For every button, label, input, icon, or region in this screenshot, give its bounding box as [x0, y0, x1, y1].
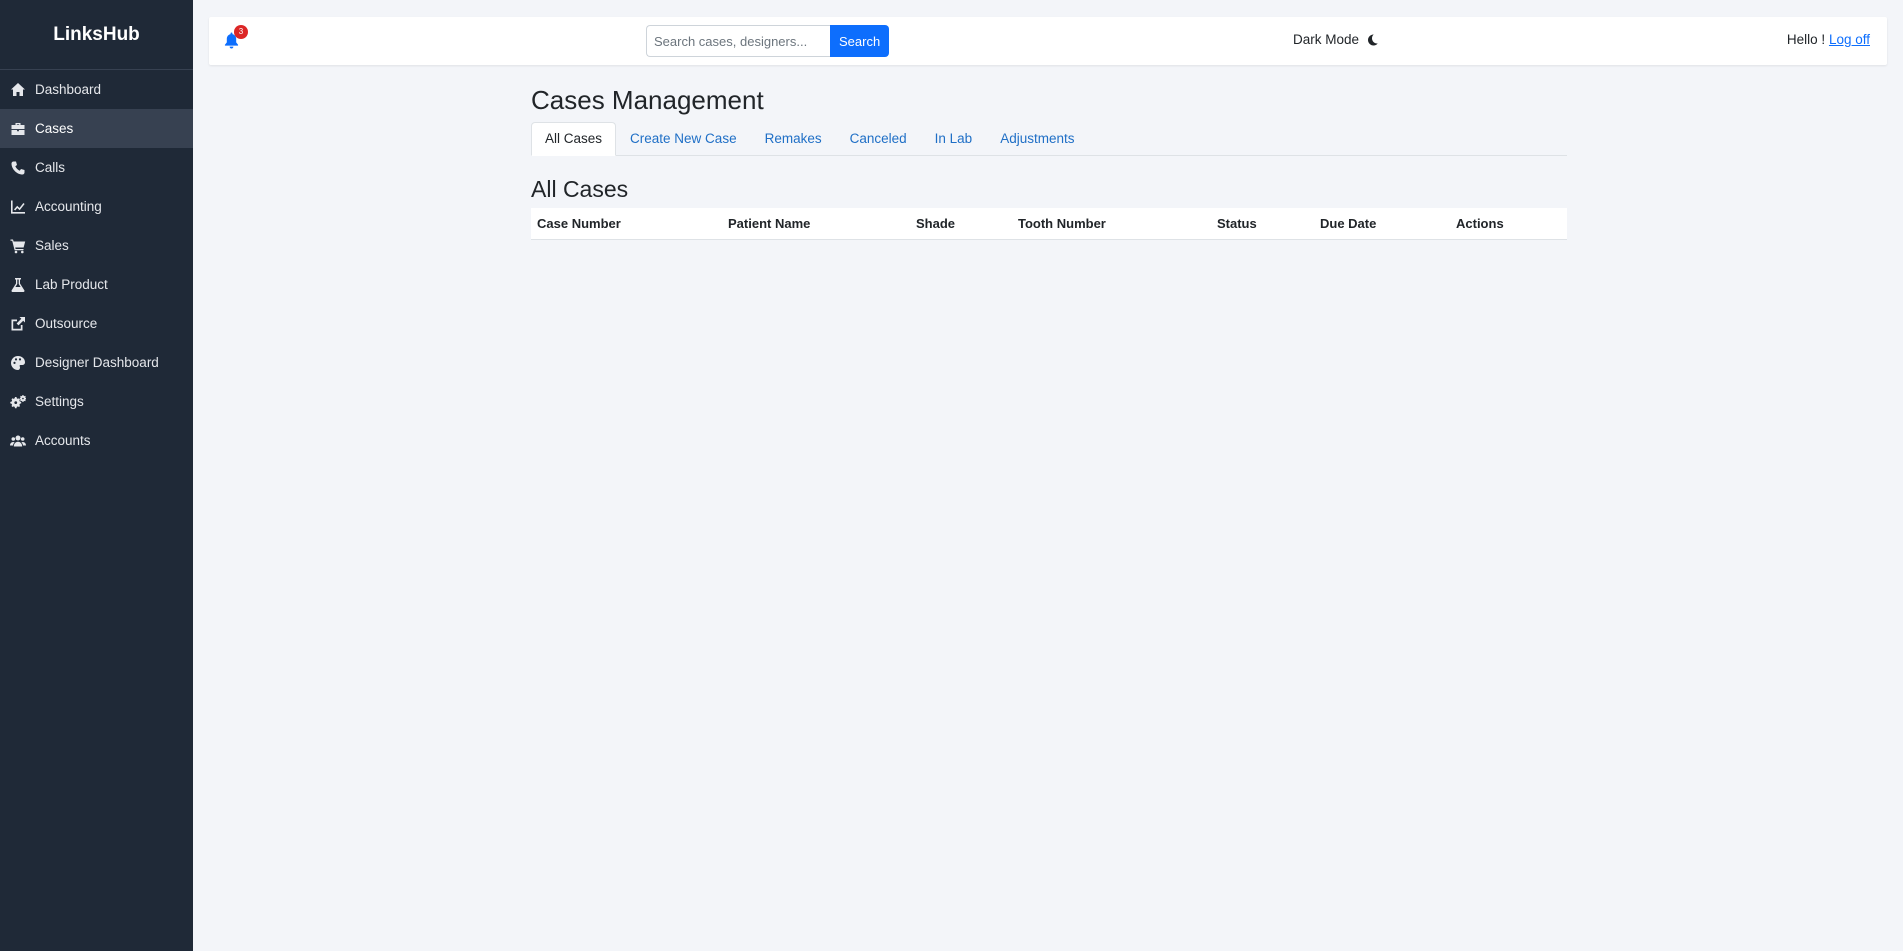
sidebar-item-label: Dashboard — [35, 82, 102, 97]
section-title: All Cases — [531, 176, 629, 202]
tab-all-cases[interactable]: All Cases — [531, 122, 617, 156]
column-header-due-date[interactable]: Due Date — [1314, 208, 1450, 240]
sidebar-item-designer-dashboard[interactable]: Designer Dashboard — [0, 343, 193, 382]
page-title: Cases Management — [531, 85, 764, 115]
column-header-patient-name[interactable]: Patient Name — [722, 208, 910, 240]
cases-table: Case Number Patient Name Shade Tooth Num… — [531, 208, 1567, 240]
sidebar-item-lab-product[interactable]: Lab Product — [0, 265, 193, 304]
sidebar-item-label: Accounts — [35, 433, 91, 448]
chart-line-icon — [9, 199, 27, 215]
phone-icon — [9, 160, 27, 176]
tab-adjustments[interactable]: Adjustments — [986, 122, 1088, 156]
flask-icon — [9, 277, 27, 293]
search-input[interactable] — [646, 25, 830, 57]
sidebar-item-dashboard[interactable]: Dashboard — [0, 70, 193, 109]
tab-in-lab[interactable]: In Lab — [921, 122, 987, 156]
sidebar: LinksHub Dashboard Cases Calls Accountin… — [0, 0, 193, 951]
users-icon — [9, 433, 27, 449]
main-content: Cases Management All Cases Create New Ca… — [531, 85, 1567, 240]
palette-icon — [9, 355, 27, 371]
tab-remakes[interactable]: Remakes — [751, 122, 836, 156]
column-header-case-number[interactable]: Case Number — [531, 208, 722, 240]
table-header-row: Case Number Patient Name Shade Tooth Num… — [531, 208, 1567, 240]
moon-icon — [1367, 34, 1379, 46]
search-button[interactable]: Search — [830, 25, 890, 57]
sidebar-item-label: Settings — [35, 394, 84, 409]
sidebar-item-outsource[interactable]: Outsource — [0, 304, 193, 343]
user-greeting: Hello ! Log off — [1787, 32, 1870, 47]
sidebar-item-accounts[interactable]: Accounts — [0, 421, 193, 460]
sidebar-item-label: Designer Dashboard — [35, 355, 159, 370]
home-icon — [9, 82, 27, 98]
column-header-tooth-number[interactable]: Tooth Number — [1012, 208, 1211, 240]
briefcase-icon — [9, 121, 27, 137]
sidebar-nav: Dashboard Cases Calls Accounting Sales L… — [0, 70, 193, 460]
sidebar-item-label: Cases — [35, 121, 74, 136]
sidebar-item-cases[interactable]: Cases — [0, 109, 193, 148]
dark-mode-label: Dark Mode — [1293, 32, 1360, 47]
column-header-shade[interactable]: Shade — [910, 208, 1012, 240]
gears-icon — [9, 394, 27, 410]
sidebar-item-calls[interactable]: Calls — [0, 148, 193, 187]
external-link-icon — [9, 316, 27, 332]
tab-canceled[interactable]: Canceled — [836, 122, 921, 156]
column-header-status[interactable]: Status — [1211, 208, 1314, 240]
search-form: Search — [646, 25, 890, 57]
sidebar-item-label: Outsource — [35, 316, 98, 331]
brand-logo[interactable]: LinksHub — [0, 0, 193, 70]
sidebar-item-label: Sales — [35, 238, 69, 253]
column-header-actions: Actions — [1450, 208, 1567, 240]
sidebar-item-label: Accounting — [35, 199, 102, 214]
notification-count-badge: 3 — [234, 25, 248, 39]
cart-icon — [9, 238, 27, 254]
case-tabs: All Cases Create New Case Remakes Cancel… — [531, 122, 1567, 156]
sidebar-item-accounting[interactable]: Accounting — [0, 187, 193, 226]
sidebar-item-settings[interactable]: Settings — [0, 382, 193, 421]
log-off-link[interactable]: Log off — [1829, 32, 1870, 47]
tab-create-new-case[interactable]: Create New Case — [616, 122, 751, 156]
sidebar-item-label: Calls — [35, 160, 66, 175]
greeting-text: Hello ! — [1786, 32, 1826, 47]
dark-mode-toggle[interactable]: Dark Mode — [1293, 32, 1379, 47]
sidebar-item-sales[interactable]: Sales — [0, 226, 193, 265]
top-navbar: 3 Search Dark Mode Hello ! Log off — [209, 17, 1887, 65]
sidebar-item-label: Lab Product — [35, 277, 108, 292]
